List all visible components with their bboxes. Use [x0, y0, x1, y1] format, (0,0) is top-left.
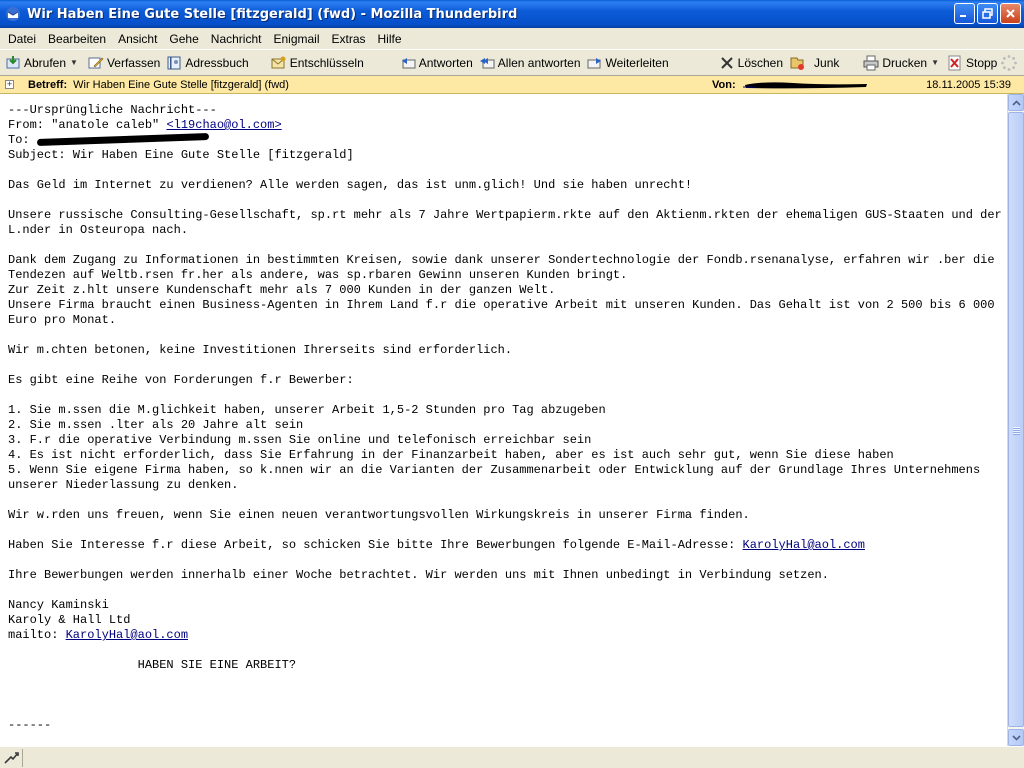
message-text: ---Ursprüngliche Nachricht--- From: "ana…: [8, 103, 1002, 732]
address-book-button[interactable]: Adressbuch: [163, 52, 251, 74]
vertical-scrollbar[interactable]: [1007, 94, 1024, 746]
throbber-icon: [1001, 55, 1017, 71]
online-status-icon[interactable]: [3, 750, 20, 765]
redacted-recipient: [36, 133, 209, 147]
junk-button[interactable]: Junk: [786, 52, 842, 74]
status-divider: [22, 749, 23, 767]
scroll-down-button[interactable]: [1008, 729, 1024, 746]
address-book-icon: [167, 56, 181, 69]
message-body[interactable]: ---Ursprüngliche Nachricht--- From: "ana…: [0, 94, 1007, 746]
subject-label: Betreff:: [28, 78, 68, 91]
apply-email-link[interactable]: KarolyHal@aol.com: [743, 538, 865, 552]
window-title: Wir Haben Eine Gute Stelle [fitzgerald] …: [27, 6, 518, 22]
minimize-button[interactable]: [954, 3, 975, 24]
title-bar[interactable]: Wir Haben Eine Gute Stelle [fitzgerald] …: [0, 0, 1024, 28]
scroll-thumb[interactable]: [1008, 112, 1024, 727]
delete-button[interactable]: Löschen: [716, 52, 786, 74]
get-mail-button[interactable]: Abrufen ▼: [2, 52, 81, 74]
stop-button[interactable]: Stopp: [944, 52, 1000, 74]
menu-bearbeiten[interactable]: Bearbeiten: [42, 32, 112, 46]
scroll-up-button[interactable]: [1008, 94, 1024, 111]
menu-gehe[interactable]: Gehe: [163, 32, 204, 46]
stop-icon: [948, 55, 961, 70]
subject-value: Wir Haben Eine Gute Stelle [fitzgerald] …: [73, 78, 289, 91]
main-toolbar: Abrufen ▼ Verfassen Adressbuch Entschlüs…: [0, 49, 1024, 76]
inbox-download-icon: [6, 55, 20, 68]
grip-icon: [1013, 427, 1020, 435]
compose-icon: [88, 57, 104, 68]
printer-icon: [863, 55, 879, 70]
reply-all-icon: [479, 57, 495, 68]
reply-icon: [401, 57, 416, 68]
status-bar: [0, 746, 1024, 768]
menu-bar: Datei Bearbeiten Ansicht Gehe Nachricht …: [0, 28, 1024, 49]
decrypt-button[interactable]: Entschlüsseln: [268, 52, 367, 74]
envelope-key-icon: [271, 56, 286, 68]
print-button[interactable]: Drucken ▼: [860, 52, 942, 74]
junk-icon: [790, 57, 805, 70]
forward-button[interactable]: Weiterleiten: [584, 52, 672, 74]
menu-datei[interactable]: Datei: [2, 32, 42, 46]
mailto-link[interactable]: KarolyHal@aol.com: [66, 628, 188, 642]
menu-ansicht[interactable]: Ansicht: [112, 32, 163, 46]
chevron-up-icon: [1011, 99, 1021, 106]
menu-extras[interactable]: Extras: [326, 32, 372, 46]
expand-header-toggle[interactable]: +: [5, 80, 14, 89]
reply-all-button[interactable]: Allen antworten: [476, 52, 584, 74]
message-header: + Betreff: Wir Haben Eine Gute Stelle [f…: [0, 76, 1024, 94]
message-date: 18.11.2005 15:39: [926, 78, 1011, 91]
from-label: Von:: [712, 78, 736, 91]
reply-button[interactable]: Antworten: [397, 52, 476, 74]
close-icon: [1006, 9, 1015, 18]
chevron-down-icon[interactable]: ▼: [931, 58, 939, 67]
restore-button[interactable]: [977, 3, 998, 24]
forward-icon: [587, 57, 601, 68]
chevron-down-icon: [1011, 734, 1021, 741]
thunderbird-icon: [6, 7, 20, 21]
sender-email-link[interactable]: <l19chao@ol.com>: [166, 118, 281, 132]
menu-nachricht[interactable]: Nachricht: [205, 32, 268, 46]
minimize-icon: [960, 15, 966, 17]
compose-button[interactable]: Verfassen: [85, 52, 163, 74]
delete-icon: [720, 56, 733, 69]
close-button[interactable]: [1000, 3, 1021, 24]
redacted-sender: [743, 82, 867, 89]
menu-hilfe[interactable]: Hilfe: [372, 32, 408, 46]
chevron-down-icon[interactable]: ▼: [70, 58, 78, 67]
menu-enigmail[interactable]: Enigmail: [267, 32, 325, 46]
restore-icon: [982, 8, 993, 19]
